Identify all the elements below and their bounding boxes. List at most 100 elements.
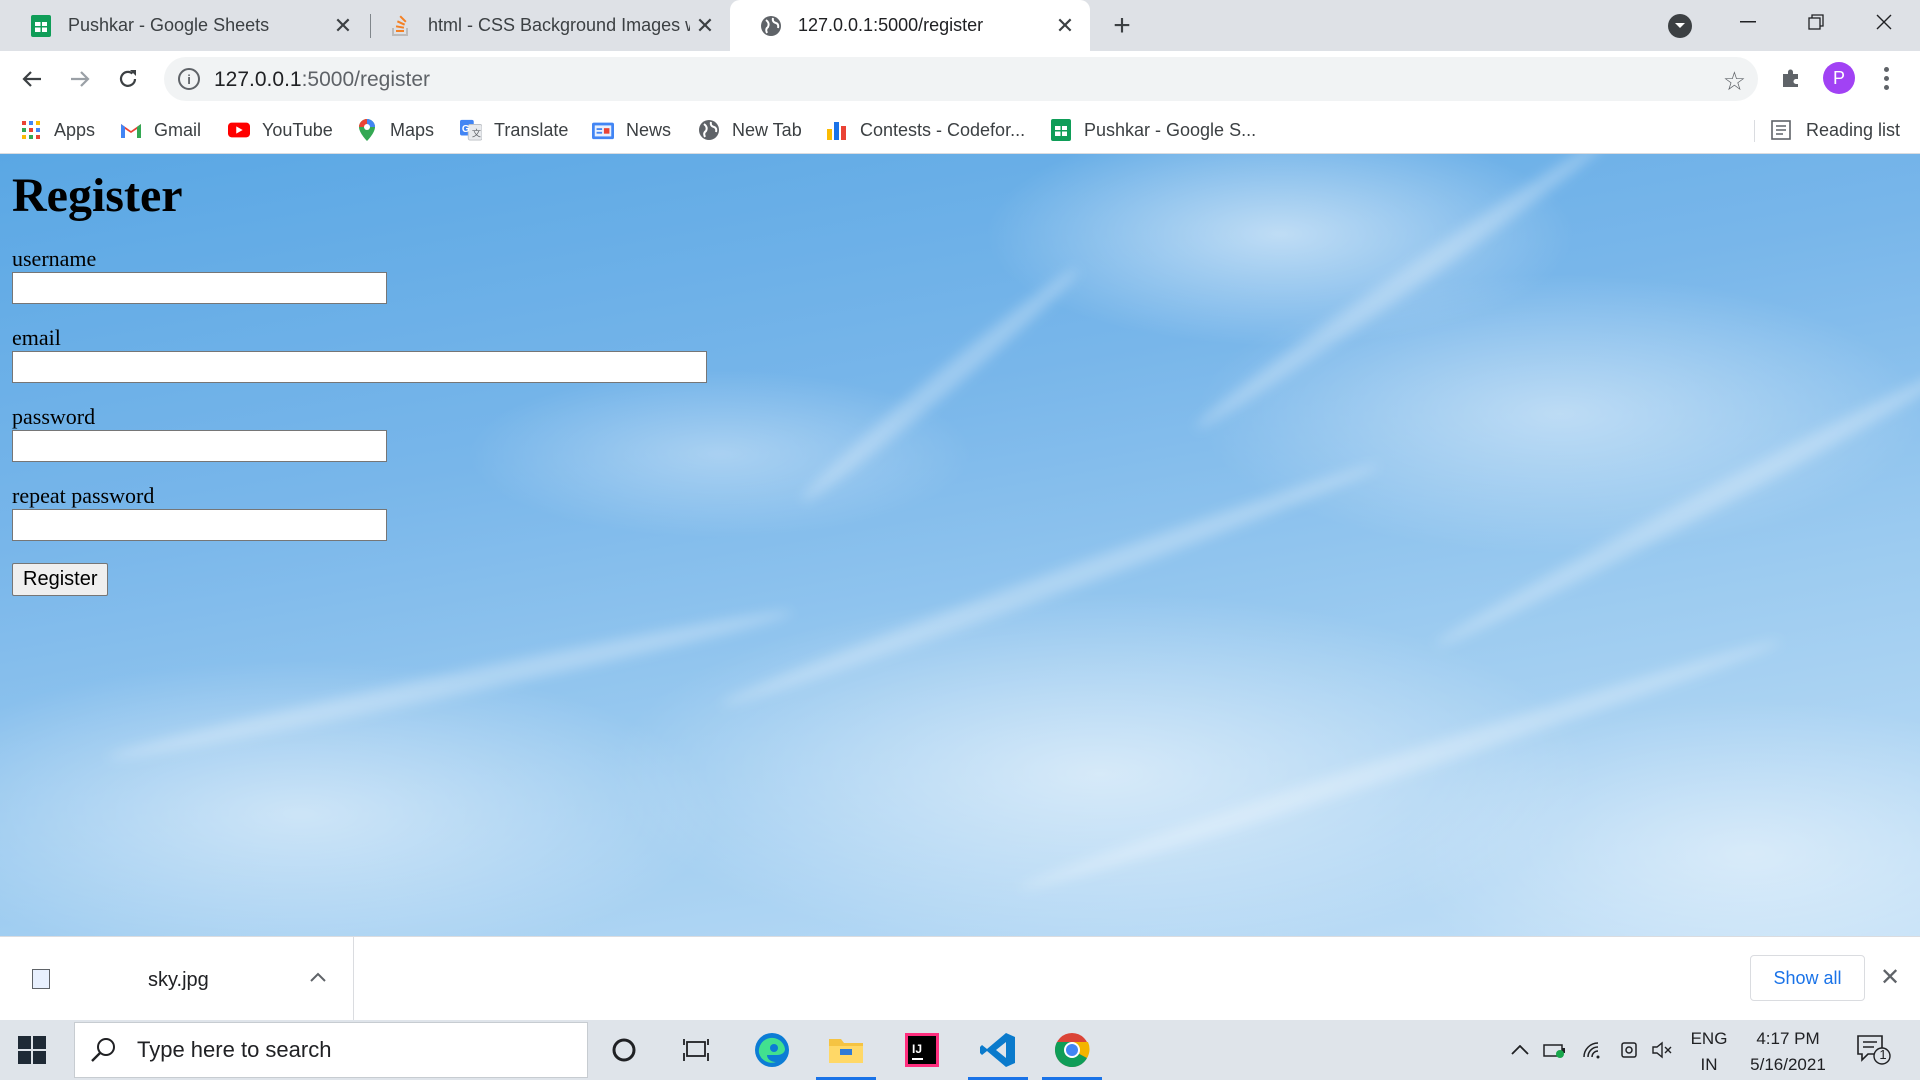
chrome-icon[interactable] [1036, 1020, 1108, 1080]
password-label: password [12, 403, 96, 429]
tab-css-background[interactable]: html - CSS Background Images w ✕ [360, 0, 730, 51]
chevron-down-icon [1675, 23, 1685, 28]
show-all-button[interactable]: Show all [1750, 955, 1865, 1001]
bookmark-star-icon[interactable]: ☆ [1723, 66, 1746, 97]
chevron-up-icon[interactable] [310, 965, 326, 988]
download-shelf: sky.jpg Show all ✕ [0, 936, 1920, 1021]
bookmark-label: Gmail [154, 119, 202, 140]
back-button[interactable] [14, 61, 50, 97]
bookmark-new-tab[interactable]: New Tab [698, 114, 802, 146]
password-field: password [12, 403, 707, 462]
meet-now-icon[interactable] [1614, 1020, 1644, 1080]
close-window-button[interactable] [1850, 0, 1918, 44]
restore-button[interactable] [1782, 0, 1850, 44]
bookmark-label: Pushkar - Google S... [1084, 119, 1257, 140]
windows-taskbar: Type here to search IJ ENG IN 4:17 PM 5/ [0, 1020, 1920, 1080]
maps-pin-icon [356, 119, 378, 141]
profile-avatar[interactable]: P [1823, 62, 1855, 94]
input-language[interactable]: ENG IN [1686, 1026, 1732, 1078]
tab-google-sheets[interactable]: Pushkar - Google Sheets ✕ [0, 0, 368, 51]
repeat-password-input[interactable] [12, 508, 387, 541]
windows-start-icon[interactable] [18, 1036, 46, 1064]
show-hidden-icons-chevron-icon[interactable] [1506, 1020, 1534, 1080]
repeat-password-label: repeat password [12, 482, 155, 508]
bookmark-apps[interactable]: Apps [20, 114, 95, 146]
cloud-streak [795, 260, 1085, 510]
puzzle-icon [1783, 69, 1798, 87]
browser-toolbar: i 127.0.0.1:5000/register ☆ P [0, 51, 1920, 106]
taskbar-search[interactable]: Type here to search [74, 1022, 588, 1078]
taskbar-clock[interactable]: 4:17 PM 5/16/2021 [1740, 1026, 1836, 1078]
bookmark-label: Apps [54, 119, 96, 140]
bookmark-google-sheets[interactable]: Pushkar - Google S... [1050, 114, 1256, 146]
minimize-button[interactable] [1714, 0, 1782, 44]
translate-icon: G文 [460, 119, 482, 141]
close-tab-icon[interactable]: ✕ [1050, 11, 1080, 41]
new-tab-button[interactable]: + [1106, 9, 1138, 42]
battery-icon[interactable] [1540, 1020, 1570, 1080]
bookmark-gmail[interactable]: Gmail [120, 114, 201, 146]
repeat-password-field: repeat password [12, 482, 707, 541]
svg-text:文: 文 [472, 127, 481, 138]
task-view-icon[interactable] [660, 1020, 732, 1080]
globe-icon [698, 119, 720, 141]
chrome-menu-button[interactable] [1872, 62, 1900, 94]
apps-grid-icon [20, 119, 42, 141]
cloud-streak [1188, 154, 1612, 438]
gmail-icon [120, 119, 142, 141]
bookmark-translate[interactable]: G文 Translate [460, 114, 568, 146]
email-input[interactable] [12, 350, 707, 383]
forward-button[interactable] [62, 61, 98, 97]
vscode-icon[interactable] [962, 1020, 1034, 1080]
bookmark-news[interactable]: News [592, 114, 671, 146]
cloud-streak [1429, 354, 1920, 656]
forward-arrow-icon [71, 71, 90, 87]
site-info-icon[interactable]: i [178, 68, 200, 90]
download-file-name: sky.jpg [148, 969, 209, 991]
close-tab-icon[interactable]: ✕ [328, 11, 358, 41]
bookmark-label: YouTube [262, 119, 333, 140]
bookmark-label: News [626, 119, 672, 140]
svg-text:G: G [462, 124, 470, 135]
extensions-button[interactable] [1775, 62, 1807, 94]
bookmark-label: Translate [494, 119, 569, 140]
bookmark-youtube[interactable]: YouTube [228, 114, 333, 146]
download-item[interactable]: sky.jpg [0, 937, 354, 1021]
wifi-icon[interactable] [1578, 1020, 1608, 1080]
tab-title: html - CSS Background Images w [428, 15, 690, 35]
notification-center-icon[interactable]: 1 [1856, 1034, 1892, 1066]
email-label: email [12, 324, 61, 350]
reload-button[interactable] [110, 61, 146, 97]
reading-list-button[interactable]: Reading list [1770, 114, 1900, 146]
clock-time: 4:17 PM [1756, 1029, 1820, 1048]
search-icon [91, 1038, 115, 1062]
register-button[interactable]: Register [12, 562, 109, 596]
notification-count: 1 [1879, 1047, 1887, 1062]
back-arrow-icon [22, 71, 41, 87]
tab-search-button[interactable] [1668, 14, 1692, 38]
reload-icon [119, 70, 137, 87]
menu-dot [1883, 66, 1889, 72]
cortana-icon[interactable] [588, 1020, 660, 1080]
address-bar[interactable]: i 127.0.0.1:5000/register ☆ [164, 57, 1758, 101]
username-input[interactable] [12, 271, 387, 304]
close-shelf-icon[interactable]: ✕ [1880, 963, 1900, 992]
news-icon [592, 119, 614, 141]
reading-list-icon [1770, 119, 1792, 141]
edge-icon[interactable] [736, 1020, 808, 1080]
bookmark-codeforces[interactable]: Contests - Codefor... [826, 114, 1025, 146]
bookmark-label: New Tab [732, 119, 802, 140]
intellij-icon[interactable]: IJ [886, 1020, 958, 1080]
register-form: Register username email password repeat … [12, 164, 707, 596]
tab-register[interactable]: 127.0.0.1:5000/register ✕ [730, 0, 1090, 51]
close-tab-icon[interactable]: ✕ [690, 11, 720, 41]
tab-title: Pushkar - Google Sheets [68, 15, 270, 35]
address-url: 127.0.0.1:5000/register [214, 68, 431, 91]
username-label: username [12, 245, 97, 271]
file-explorer-icon[interactable] [810, 1020, 882, 1080]
bookmark-maps[interactable]: Maps [356, 114, 434, 146]
password-input[interactable] [12, 429, 387, 462]
volume-muted-icon[interactable] [1648, 1020, 1678, 1080]
cloud-streak [1016, 630, 1784, 900]
page-viewport: Register username email password repeat … [0, 154, 1920, 936]
